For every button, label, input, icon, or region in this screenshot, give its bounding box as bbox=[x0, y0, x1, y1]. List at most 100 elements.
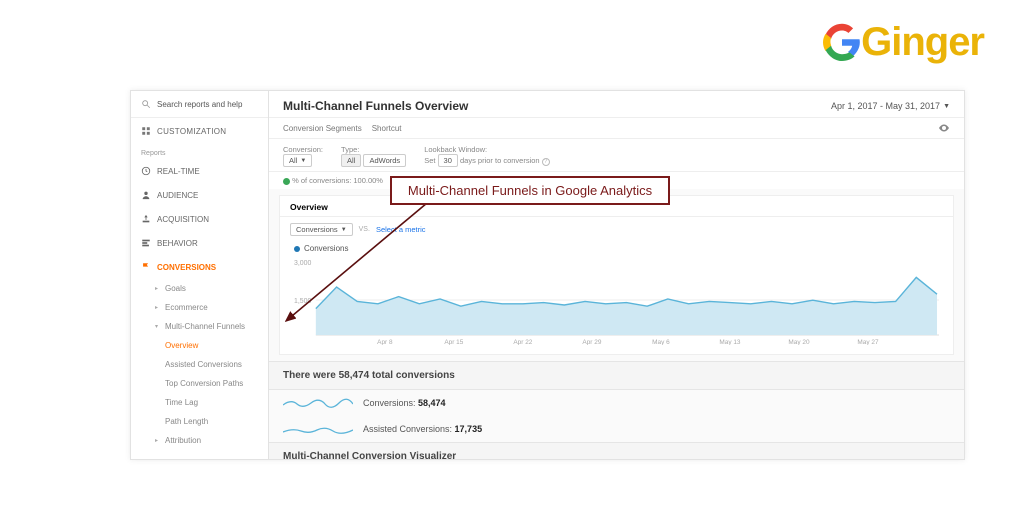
date-range-text: Apr 1, 2017 - May 31, 2017 bbox=[831, 101, 940, 111]
summary-bar: There were 58,474 total conversions bbox=[269, 361, 964, 390]
overview-panel: Overview Conversions ▼ VS. Select a metr… bbox=[279, 195, 954, 355]
lookback-filter: Lookback Window: Set 30 days prior to co… bbox=[424, 145, 550, 167]
conversion-value: All bbox=[289, 156, 297, 165]
sub-label: Ecommerce bbox=[165, 303, 208, 312]
legend-dot-icon bbox=[294, 246, 300, 252]
svg-text:Apr 22: Apr 22 bbox=[513, 339, 532, 345]
intelligence-icon[interactable] bbox=[938, 122, 950, 134]
date-range-picker[interactable]: Apr 1, 2017 - May 31, 2017 ▼ bbox=[831, 101, 950, 111]
conversion-label: Conversion: bbox=[283, 145, 323, 154]
customization-label: CUSTOMIZATION bbox=[157, 127, 226, 136]
caret-down-icon: ▾ bbox=[155, 323, 161, 330]
conversions-chart: 3,000 1,500 Apr 8Apr 15Apr 22Apr 29May 6… bbox=[280, 255, 953, 354]
visualizer-title: Multi-Channel Conversion Visualizer bbox=[269, 442, 964, 459]
svg-text:Apr 8: Apr 8 bbox=[377, 339, 393, 345]
annotation-text: Multi-Channel Funnels in Google Analytic… bbox=[408, 183, 652, 198]
summary-prefix: There were bbox=[283, 370, 339, 381]
help-icon[interactable]: ? bbox=[542, 158, 550, 166]
sidebar: Search reports and help CUSTOMIZATION Re… bbox=[131, 91, 269, 459]
sidebar-item-mcf-overview[interactable]: Overview bbox=[131, 336, 268, 355]
sidebar-item-realtime[interactable]: REAL-TIME bbox=[131, 159, 268, 183]
annotation-callout: Multi-Channel Funnels in Google Analytic… bbox=[390, 176, 670, 205]
sidebar-item-goals[interactable]: ▸Goals bbox=[131, 279, 268, 298]
toolbar: Conversion Segments Shortcut bbox=[269, 118, 964, 139]
page-title: Multi-Channel Funnels Overview bbox=[283, 99, 468, 113]
metric-value: Conversions bbox=[296, 225, 338, 234]
sidebar-item-mcf[interactable]: ▾ Multi-Channel Funnels bbox=[131, 317, 268, 336]
conversion-dropdown[interactable]: All ▼ bbox=[283, 154, 312, 167]
person-icon bbox=[141, 190, 151, 200]
report-body: Overview Conversions ▼ VS. Select a metr… bbox=[269, 189, 964, 459]
type-filter: Type: All AdWords bbox=[341, 145, 406, 167]
sidebar-item-customization[interactable]: CUSTOMIZATION bbox=[131, 118, 268, 144]
svg-text:Apr 15: Apr 15 bbox=[444, 339, 463, 345]
select-metric-link[interactable]: Select a metric bbox=[376, 225, 426, 234]
chevron-down-icon: ▼ bbox=[300, 158, 306, 164]
sub-label: Multi-Channel Funnels bbox=[165, 322, 245, 331]
pct-text: % of conversions: 100.00% bbox=[292, 176, 383, 185]
svg-text:May 27: May 27 bbox=[857, 339, 879, 345]
sidebar-label: REAL-TIME bbox=[157, 167, 200, 176]
flag-icon bbox=[141, 262, 151, 272]
sidebar-item-conversions[interactable]: CONVERSIONS bbox=[131, 255, 268, 279]
svg-text:May 6: May 6 bbox=[652, 339, 670, 345]
chevron-down-icon: ▼ bbox=[341, 227, 347, 233]
reports-section-label: Reports bbox=[131, 144, 268, 159]
sidebar-item-time-lag[interactable]: Time Lag bbox=[131, 393, 268, 412]
sub-label: Overview bbox=[165, 341, 198, 350]
sub-label: Path Length bbox=[165, 417, 208, 426]
sidebar-item-behavior[interactable]: BEHAVIOR bbox=[131, 231, 268, 255]
assisted-label: Assisted Conversions: bbox=[363, 424, 455, 434]
conversion-segments-link[interactable]: Conversion Segments bbox=[283, 124, 362, 133]
conversion-filter: Conversion: All ▼ bbox=[283, 145, 323, 167]
behavior-icon bbox=[141, 238, 151, 248]
chevron-down-icon: ▼ bbox=[943, 103, 950, 110]
lookback-suffix: days prior to conversion bbox=[460, 156, 540, 165]
shortcut-link[interactable]: Shortcut bbox=[372, 124, 402, 133]
sidebar-item-acquisition[interactable]: ACQUISITION bbox=[131, 207, 268, 231]
summary-value: 58,474 bbox=[339, 370, 370, 381]
sidebar-item-path-length[interactable]: Path Length bbox=[131, 412, 268, 431]
status-dot-icon bbox=[283, 178, 290, 185]
search-placeholder: Search reports and help bbox=[157, 100, 242, 109]
dashboard-icon bbox=[141, 126, 151, 136]
sidebar-item-ecommerce[interactable]: ▸ Ecommerce bbox=[131, 298, 268, 317]
sidebar-item-assisted-conversions[interactable]: Assisted Conversions bbox=[131, 355, 268, 374]
filter-bar: Conversion: All ▼ Type: All AdWords Look… bbox=[269, 139, 964, 172]
caret-right-icon: ▸ bbox=[155, 437, 161, 444]
svg-text:May 13: May 13 bbox=[719, 339, 741, 345]
main-content: Multi-Channel Funnels Overview Apr 1, 20… bbox=[269, 91, 964, 459]
sparkline-assisted bbox=[283, 422, 353, 436]
lookback-days-input[interactable]: 30 bbox=[438, 154, 458, 167]
caret-right-icon: ▸ bbox=[155, 285, 161, 292]
assisted-sparkline-row: Assisted Conversions: 17,735 bbox=[269, 416, 964, 442]
sub-label: Top Conversion Paths bbox=[165, 379, 243, 388]
sub-label: Attribution bbox=[165, 436, 201, 445]
sub-label: Assisted Conversions bbox=[165, 360, 242, 369]
sidebar-label: CONVERSIONS bbox=[157, 263, 216, 272]
y-max-label: 3,000 bbox=[294, 260, 311, 267]
brand-logo: Ginger bbox=[823, 20, 984, 65]
acquisition-icon bbox=[141, 214, 151, 224]
brand-name: Ginger bbox=[861, 20, 984, 64]
metric-dropdown[interactable]: Conversions ▼ bbox=[290, 223, 353, 236]
y-mid-label: 1,500 bbox=[294, 298, 311, 305]
sidebar-item-top-conversion-paths[interactable]: Top Conversion Paths bbox=[131, 374, 268, 393]
conversions-sparkline-row: Conversions: 58,474 bbox=[269, 390, 964, 416]
conversions-value: 58,474 bbox=[418, 398, 446, 408]
conversions-label: Conversions: bbox=[363, 398, 418, 408]
sub-label: Time Lag bbox=[165, 398, 198, 407]
sidebar-label: ACQUISITION bbox=[157, 215, 209, 224]
vs-label: VS. bbox=[359, 226, 370, 233]
svg-text:May 20: May 20 bbox=[788, 339, 810, 345]
caret-right-icon: ▸ bbox=[155, 304, 161, 311]
lookback-prefix: Set bbox=[424, 156, 435, 165]
type-all-button[interactable]: All bbox=[341, 154, 361, 167]
type-adwords-button[interactable]: AdWords bbox=[363, 154, 406, 167]
brand-logo-g-glyph bbox=[823, 20, 861, 65]
tab-label: Overview bbox=[290, 202, 328, 212]
sidebar-item-attribution[interactable]: ▸ Attribution bbox=[131, 431, 268, 450]
clock-icon bbox=[141, 166, 151, 176]
search-row[interactable]: Search reports and help bbox=[131, 99, 268, 118]
sidebar-item-audience[interactable]: AUDIENCE bbox=[131, 183, 268, 207]
